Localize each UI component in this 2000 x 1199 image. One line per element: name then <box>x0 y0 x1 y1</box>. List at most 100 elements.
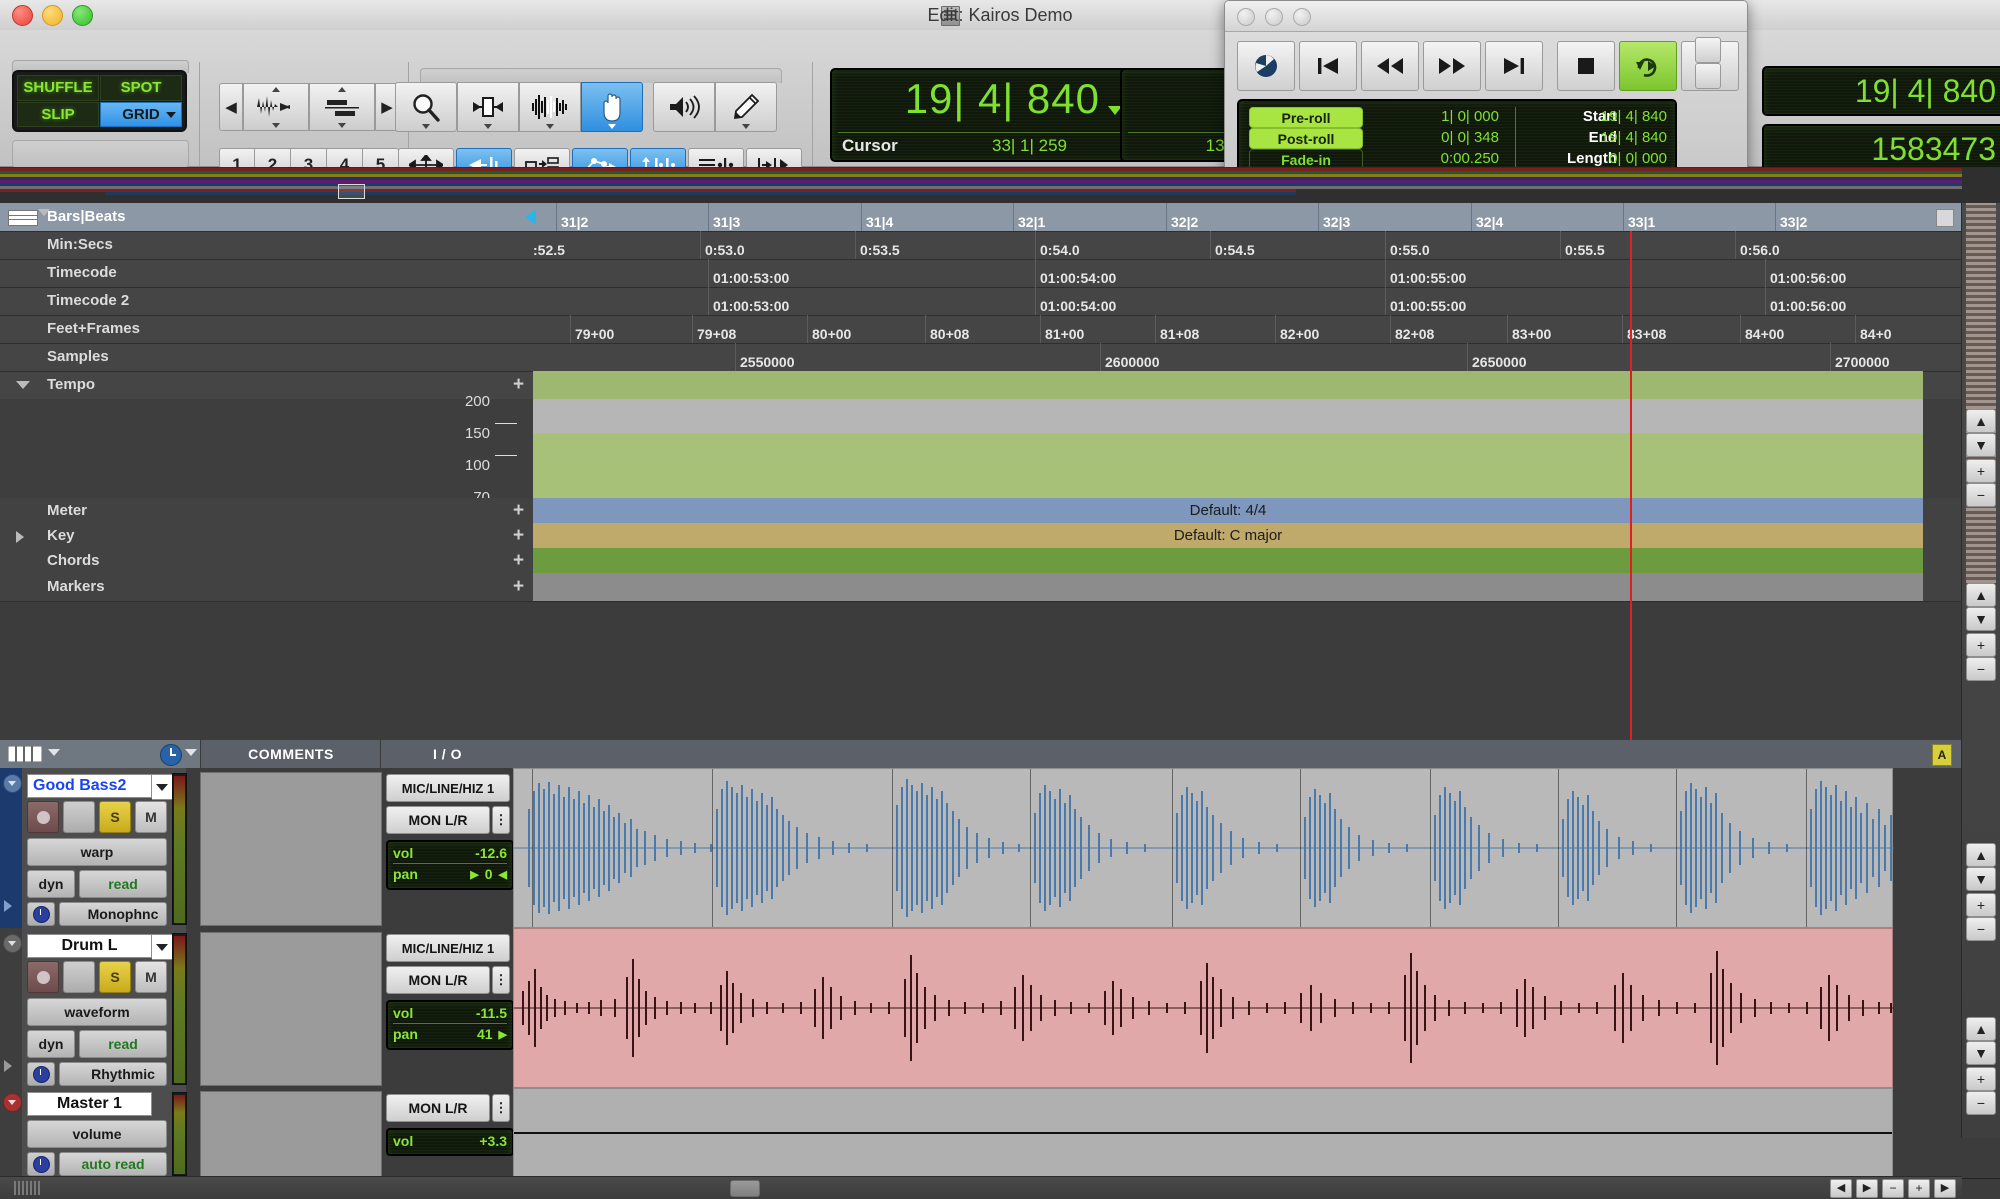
pan-value-good-bass2[interactable]: 0 <box>485 866 493 882</box>
track-height-zoom-button[interactable] <box>309 83 375 131</box>
automation-mode-drum-l[interactable]: read <box>79 1030 167 1058</box>
scroll-grip-icon[interactable] <box>14 1181 42 1195</box>
automation-mode-master-1[interactable]: auto read <box>59 1152 167 1176</box>
track-select-strip[interactable] <box>0 768 22 928</box>
audio-region-master-1[interactable] <box>513 1088 1893 1178</box>
ruler-samples[interactable]: Samples 2550000 2600000 2650000 2700000 <box>0 343 2000 372</box>
track-select-strip[interactable] <box>0 928 22 1088</box>
selector-tool-button[interactable] <box>519 82 581 132</box>
pre-roll-value[interactable]: 1| 0| 000 <box>1389 108 1499 125</box>
vol-value-master-1[interactable]: +3.3 <box>479 1133 507 1149</box>
post-roll-toggle[interactable]: Post-roll <box>1249 128 1363 149</box>
markers-lane[interactable] <box>533 573 1923 601</box>
meter-default-value[interactable]: Default: 4/4 <box>533 498 1923 523</box>
output-assign-icon[interactable]: ⋮ <box>492 966 510 994</box>
pan-value-drum-l[interactable]: 41 <box>477 1026 493 1042</box>
audio-region-drum-l[interactable] <box>513 928 1894 1088</box>
waveform-zoom-button[interactable] <box>243 83 309 131</box>
meter-add-button[interactable]: + <box>513 498 524 523</box>
lower-scroll-up-button[interactable]: ▲ <box>1966 843 1996 867</box>
bottom-scroll-up-button[interactable]: ▲ <box>1966 1017 1996 1041</box>
fast-forward-button[interactable] <box>1423 41 1481 91</box>
vol-pan-display-good-bass2[interactable]: vol -12.6 pan ▶ 0 ◀ <box>386 840 514 890</box>
comments-field-drum-l[interactable] <box>200 932 382 1086</box>
post-roll-value[interactable]: 0| 0| 348 <box>1389 129 1499 146</box>
grabber-tool-button[interactable] <box>581 82 643 132</box>
timebase-button-master-1[interactable] <box>27 1152 55 1176</box>
audio-region-good-bass2[interactable] <box>513 768 1894 928</box>
track-name-master-1[interactable]: Master 1 <box>27 1092 152 1116</box>
solo-button-good-bass2[interactable]: S <box>99 801 131 833</box>
ruler-markers[interactable]: Markers + <box>0 573 2000 602</box>
elastic-audio-drum-l[interactable]: Rhythmic <box>59 1062 167 1086</box>
edit-mode-spot[interactable]: SPOT <box>100 75 182 101</box>
ruler-meter[interactable]: Meter + Default: 4/4 <box>0 498 2000 524</box>
track-name-drum-l[interactable]: Drum L <box>27 934 152 958</box>
track-name-chevron-icon[interactable] <box>152 774 173 800</box>
zoom-in-vertical-button[interactable]: + <box>1966 459 1996 483</box>
overview-strip[interactable] <box>0 167 2000 204</box>
ruler-feet-frames[interactable]: Feet+Frames 79+00 79+08 80+00 80+08 81+0… <box>0 315 2000 344</box>
track-view-selector-master-1[interactable]: volume <box>27 1120 167 1148</box>
comments-field-good-bass2[interactable] <box>200 772 382 926</box>
output-selector-drum-l[interactable]: MON L/R <box>386 966 490 994</box>
ruler-tempo[interactable]: Tempo + <box>0 371 2000 400</box>
return-to-zero-button[interactable] <box>1299 41 1357 91</box>
track-collapse-icon[interactable] <box>3 1093 22 1112</box>
key-default-value[interactable]: Default: C major <box>533 523 1923 548</box>
bottom-zoom-out-button[interactable]: − <box>1966 1091 1996 1115</box>
vol-value-drum-l[interactable]: -11.5 <box>476 1005 507 1021</box>
stop-button[interactable] <box>1557 41 1615 91</box>
ruler-chords[interactable]: Chords + <box>0 548 2000 574</box>
ruler-key[interactable]: Key + Default: C major <box>0 523 2000 549</box>
mute-button-drum-l[interactable]: M <box>135 961 167 993</box>
scroll-zoom-group[interactable]: ◀ ▶ − + ▶ <box>1830 1179 1956 1198</box>
scroll-prev-button[interactable]: ◀ <box>1830 1179 1852 1198</box>
online-button[interactable] <box>1237 41 1295 91</box>
track-scroll-down-button[interactable]: ▼ <box>1966 607 1996 631</box>
vol-display-master-1[interactable]: vol +3.3 <box>386 1128 514 1156</box>
ruler-timecode[interactable]: Timecode 01:00:53:00 01:00:54:00 01:00:5… <box>0 259 2000 288</box>
go-to-end-button[interactable] <box>1485 41 1543 91</box>
overview-viewport-box[interactable] <box>338 184 365 199</box>
track-select-strip[interactable] <box>0 1088 22 1178</box>
record-enable-button-good-bass2[interactable] <box>27 801 59 833</box>
scroll-next-button[interactable]: ▶ <box>1856 1179 1878 1198</box>
transport-close-button[interactable] <box>1237 8 1255 26</box>
markers-add-button[interactable]: + <box>513 573 524 601</box>
input-selector-good-bass2[interactable]: MIC/LINE/HIZ 1 <box>386 774 510 802</box>
scroll-up-button[interactable]: ▲ <box>1966 409 1996 433</box>
play-button[interactable] <box>1619 41 1677 91</box>
fade-in-value[interactable]: 0:00.250 <box>1389 150 1499 167</box>
timebase-button-drum-l[interactable] <box>27 1062 55 1086</box>
dyn-button-drum-l[interactable]: dyn <box>27 1030 75 1058</box>
tempo-expand-chevron-icon[interactable] <box>16 381 30 389</box>
transport-end-value[interactable]: 19| 4| 840 <box>1539 129 1667 146</box>
ruler-timecode-2[interactable]: Timecode 2 01:00:53:00 01:00:54:00 01:00… <box>0 287 2000 316</box>
timebase-chevron-icon[interactable] <box>185 749 197 756</box>
columns-icon[interactable] <box>7 745 43 763</box>
track-view-selector-drum-l[interactable]: waveform <box>27 998 167 1026</box>
track-collapse-icon[interactable] <box>3 934 22 953</box>
track-expand-icon[interactable] <box>4 900 12 912</box>
bottom-scroll-down-button[interactable]: ▼ <box>1966 1041 1996 1065</box>
output-assign-icon[interactable]: ⋮ <box>492 1094 510 1122</box>
pre-roll-toggle[interactable]: Pre-roll <box>1249 107 1363 128</box>
bottom-zoom-in-button[interactable]: + <box>1966 1067 1996 1091</box>
secondary-bars-beats-counter[interactable]: 19| 4| 840 <box>1762 66 2000 116</box>
track-view-chevron-icon[interactable] <box>48 749 60 756</box>
key-add-button[interactable]: + <box>513 523 524 548</box>
rewind-button[interactable] <box>1361 41 1419 91</box>
track-name-chevron-icon[interactable] <box>152 934 173 960</box>
scroll-end-button[interactable]: ▶ <box>1934 1179 1956 1198</box>
tempo-add-button[interactable]: + <box>513 371 524 399</box>
pencil-tool-button[interactable] <box>715 82 777 132</box>
ruler-bars-beats[interactable]: Bars|Beats 31|2 31|3 31|4 32|1 32|2 32|3… <box>0 203 2000 232</box>
output-assign-icon[interactable]: ⋮ <box>492 806 510 834</box>
track-expand-icon[interactable] <box>4 1060 12 1072</box>
playlist-good-bass2[interactable] <box>513 768 1962 928</box>
edit-mode-grid[interactable]: GRID <box>100 101 182 127</box>
track-zoom-out-button[interactable]: − <box>1966 657 1996 681</box>
solo-button-drum-l[interactable]: S <box>99 961 131 993</box>
clock-icon[interactable] <box>160 744 182 766</box>
